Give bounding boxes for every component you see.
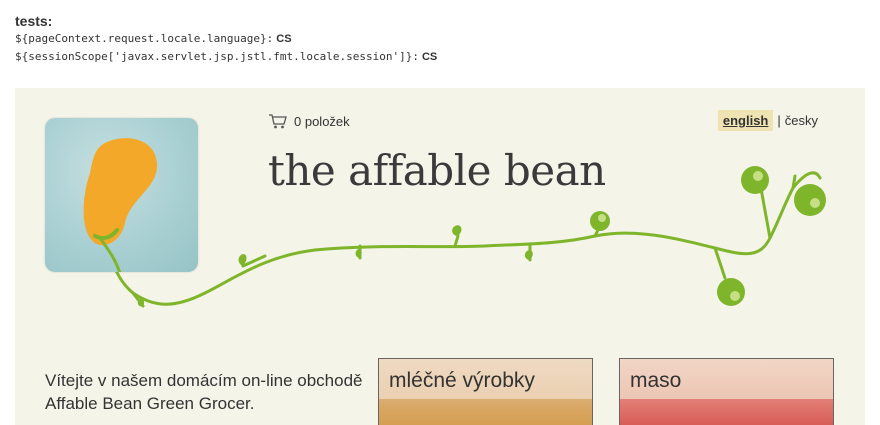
test-line-session-locale: ${sessionScope['javax.servlet.jsp.jstl.f… — [15, 48, 437, 66]
cart-count: 0 položek — [294, 113, 350, 129]
test-value: CS — [276, 33, 292, 45]
lang-english-link[interactable]: english — [717, 110, 774, 131]
test-expression: ${sessionScope['javax.servlet.jsp.jstl.f… — [15, 50, 413, 63]
lang-czech-link[interactable]: česky — [785, 113, 818, 128]
category-dairy[interactable]: mléčné výrobky — [378, 358, 593, 425]
tests-title: tests: — [15, 13, 53, 29]
shopping-cart-icon — [269, 114, 287, 129]
affable-bean-page: 0 položek english | česky the affable be… — [15, 88, 865, 425]
welcome-text: Vítejte v našem domácím on-line obchodě … — [45, 371, 363, 413]
language-switcher: english | česky — [717, 110, 818, 131]
brand-title: the affable bean — [268, 146, 606, 195]
category-label: maso — [630, 369, 682, 392]
category-meat[interactable]: maso — [619, 358, 834, 425]
lang-separator: | — [777, 113, 781, 128]
test-line-language: ${pageContext.request.locale.language}: C… — [15, 30, 437, 48]
test-separator: : — [266, 32, 274, 45]
test-separator: : — [412, 50, 419, 63]
logo[interactable] — [45, 118, 198, 274]
tests-panel: tests: ${pageContext.request.locale.lang… — [15, 12, 437, 66]
category-label: mléčné výrobky — [389, 369, 535, 392]
cart-widget[interactable]: 0 položek — [268, 113, 350, 129]
bean-icon — [83, 138, 158, 274]
test-expression: ${pageContext.request.locale.language} — [15, 32, 267, 45]
test-value: CS — [421, 51, 438, 63]
